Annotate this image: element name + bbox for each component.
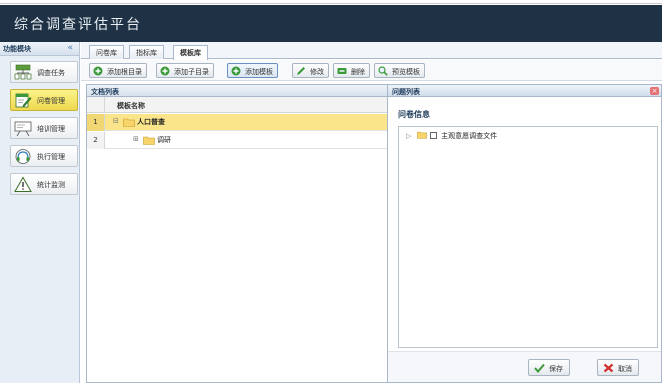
tree-node-label: 主观意愿调查文件 [441, 132, 498, 140]
close-icon[interactable]: × [650, 87, 659, 95]
sidebar-item-questionnaire-management[interactable]: 问卷管理 [10, 89, 78, 111]
sidebar-item-label: 培训管理 [37, 125, 65, 133]
folder-icon [143, 136, 155, 145]
sidebar: 功能模块 « 调查任务 问卷管理 培训管理 执行管理 统计监测 [0, 42, 80, 383]
app-header: 综合调查评估平台 [0, 5, 662, 42]
table-row[interactable]: 1 ⊟ 人口普查 [87, 114, 390, 131]
button-label: 添加子目录 [174, 68, 209, 76]
button-label: 添加根目录 [107, 68, 142, 76]
presentation-board-icon [14, 121, 32, 137]
expand-node-icon[interactable]: ⊞ [133, 135, 139, 143]
delete-button[interactable]: 删除 [333, 63, 370, 78]
sidebar-title: 功能模块 [3, 45, 31, 53]
app-title: 综合调查评估平台 [14, 17, 142, 33]
plus-circle-icon [231, 66, 241, 76]
sidebar-item-execution-management[interactable]: 执行管理 [10, 145, 78, 167]
checkbox[interactable] [429, 132, 437, 139]
sidebar-item-label: 调查任务 [37, 69, 65, 77]
table-row[interactable]: 2 ⊞ 调研 [87, 132, 390, 149]
button-label: 保存 [549, 365, 563, 373]
button-label: 删除 [351, 68, 365, 76]
sidebar-item-statistics-monitoring[interactable]: 统计监测 [10, 173, 78, 195]
headset-icon [15, 149, 31, 164]
add-root-directory-button[interactable]: 添加根目录 [89, 63, 147, 78]
sidebar-header: 功能模块 « [0, 42, 79, 56]
questionnaire-tree: ▷ 主观意愿调查文件 [398, 126, 658, 348]
tree-node-label: 调研 [157, 136, 171, 144]
collapse-node-icon[interactable]: ⊟ [113, 117, 119, 125]
panel-header: 文档列表 [87, 85, 390, 97]
column-header-template-name[interactable]: 模板名称 [117, 101, 145, 111]
minus-icon [337, 68, 347, 74]
dialog-header: 问题列表 × [388, 85, 661, 97]
dialog-subtitle: 问卷信息 [398, 110, 430, 119]
document-list-panel: 文档列表 模板名称 1 ⊟ 人口普查 2 ⊞ 调研 [86, 84, 391, 383]
toolbar: 添加根目录 添加子目录 添加模板 修改 删除 预览模板 [81, 60, 662, 81]
plus-circle-icon [160, 66, 170, 76]
dialog-footer: 保存 取消 [388, 351, 661, 382]
row-number: 2 [87, 132, 105, 149]
folder-open-icon [123, 118, 135, 127]
sidebar-item-label: 执行管理 [37, 153, 65, 161]
dialog-title: 问题列表 [392, 88, 420, 96]
tab-bar: 问卷库 指标库 模板库 [81, 42, 662, 60]
sidebar-item-label: 问卷管理 [37, 97, 65, 105]
edit-document-icon [15, 93, 32, 108]
add-template-button[interactable]: 添加模板 [227, 63, 278, 78]
save-button[interactable]: 保存 [528, 359, 570, 376]
tab-questionnaire-library[interactable]: 问卷库 [89, 45, 124, 59]
add-subdirectory-button[interactable]: 添加子目录 [156, 63, 214, 78]
tab-indicator-library[interactable]: 指标库 [129, 45, 164, 59]
sidebar-item-training-management[interactable]: 培训管理 [10, 117, 78, 139]
button-label: 修改 [310, 68, 324, 76]
panel-title: 文档列表 [91, 88, 119, 96]
row-number: 1 [87, 114, 105, 131]
tab-template-library[interactable]: 模板库 [173, 45, 208, 60]
preview-template-button[interactable]: 预览模板 [374, 63, 425, 78]
edit-button[interactable]: 修改 [292, 63, 329, 78]
checkmark-icon [534, 363, 545, 373]
button-label: 添加模板 [245, 68, 273, 76]
folder-icon [416, 131, 427, 139]
question-list-dialog: 问题列表 × 问卷信息 ▷ 主观意愿调查文件 保存 取消 [387, 84, 662, 383]
grid-header: 模板名称 [87, 97, 390, 113]
button-label: 预览模板 [392, 68, 420, 76]
window-top-strip [0, 0, 662, 4]
button-label: 取消 [618, 365, 632, 373]
row-number-header [87, 97, 105, 113]
plus-circle-icon [93, 66, 103, 76]
expand-node-icon[interactable]: ▷ [406, 132, 411, 140]
tree-node-label: 人口普查 [137, 118, 165, 126]
magnifier-icon [378, 66, 388, 76]
cross-icon [603, 363, 614, 373]
sidebar-item-survey-tasks[interactable]: 调查任务 [10, 61, 78, 83]
tree-item[interactable]: ▷ 主观意愿调查文件 [406, 131, 497, 141]
warning-triangle-icon [14, 176, 32, 192]
org-chart-icon [14, 64, 32, 80]
sidebar-item-label: 统计监测 [37, 181, 65, 189]
collapse-sidebar-button[interactable]: « [67, 43, 73, 53]
cancel-button[interactable]: 取消 [597, 359, 639, 376]
pencil-icon [297, 67, 305, 75]
